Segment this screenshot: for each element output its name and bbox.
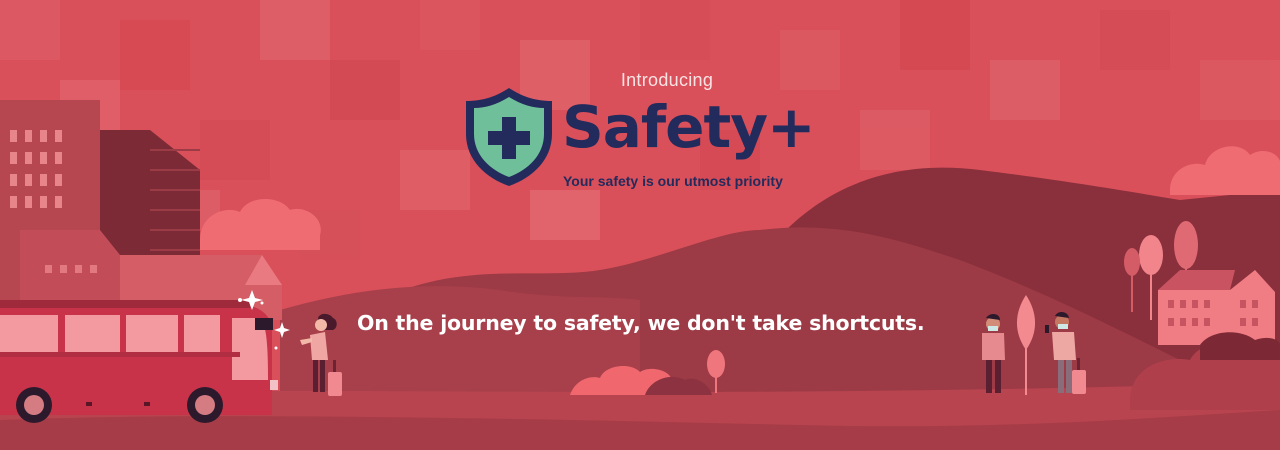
safety-plus-banner: Introducing Safety+ Your safety is our u… (0, 0, 1280, 450)
brand-name: Safety+ (562, 93, 816, 161)
shield-plus-icon (466, 88, 552, 186)
bus-illustration (0, 300, 278, 423)
background-illustration (0, 0, 1280, 450)
cloud-right (1170, 146, 1280, 195)
banner-headline: On the journey to safety, we don't take … (357, 311, 925, 335)
intro-label: Introducing (620, 70, 714, 90)
brand-tagline: Your safety is our utmost priority (563, 173, 783, 189)
